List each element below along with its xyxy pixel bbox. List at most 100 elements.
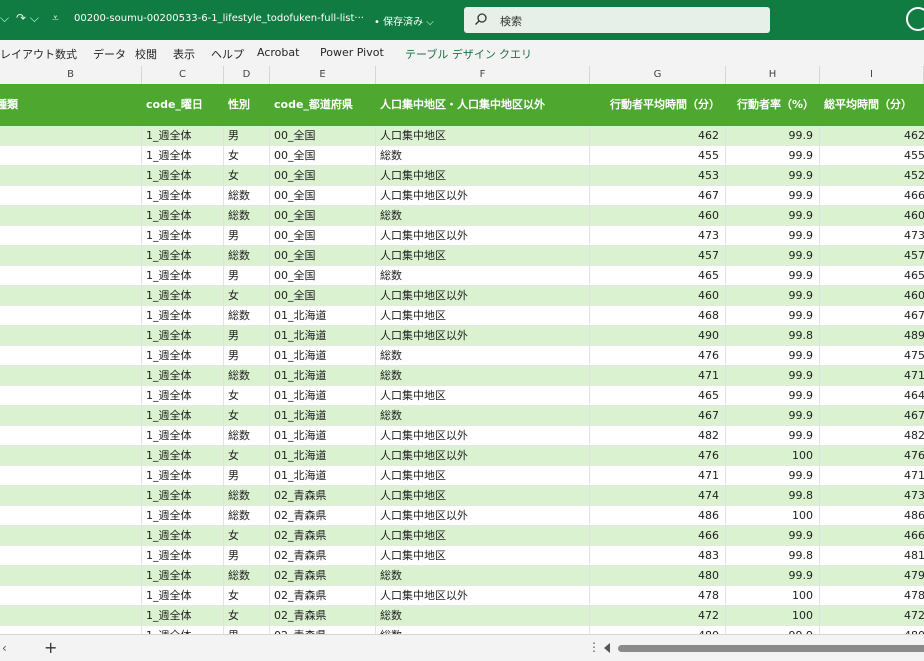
cell-rate[interactable]: 99.9: [726, 366, 820, 386]
column-header-d[interactable]: D: [224, 66, 270, 84]
undo-dropdown-icon[interactable]: ⌵: [0, 11, 9, 26]
cell-type[interactable]: [0, 386, 142, 406]
cell-district[interactable]: 人口集中地区: [376, 126, 590, 146]
redo-icon[interactable]: ↷ ⌵: [16, 11, 39, 26]
cell-type[interactable]: [0, 186, 142, 206]
cell-code-prefecture[interactable]: 01_北海道: [270, 466, 376, 486]
document-title[interactable]: 00200-soumu-00200533-6-1_lifestyle_todof…: [74, 13, 364, 24]
cell-sex[interactable]: 女: [224, 406, 270, 426]
cell-district[interactable]: 人口集中地区: [376, 166, 590, 186]
cell-rate[interactable]: 99.9: [726, 266, 820, 286]
cell-rate[interactable]: 100: [726, 446, 820, 466]
cell-code-weekday[interactable]: 1_週全体: [142, 626, 224, 634]
cell-district[interactable]: 総数: [376, 566, 590, 586]
cell-code-weekday[interactable]: 1_週全体: [142, 386, 224, 406]
cell-total-avg[interactable]: 489: [820, 326, 924, 346]
cell-avg-time[interactable]: 480: [590, 626, 726, 634]
cell-district[interactable]: 総数: [376, 266, 590, 286]
cell-type[interactable]: [0, 146, 142, 166]
header-cell-code-weekday[interactable]: code_曜日: [142, 84, 224, 126]
cell-rate[interactable]: 99.9: [726, 626, 820, 634]
scrollbar-thumb[interactable]: [618, 645, 924, 652]
cell-code-prefecture[interactable]: 02_青森県: [270, 526, 376, 546]
cell-district[interactable]: 人口集中地区以外: [376, 186, 590, 206]
cell-code-prefecture[interactable]: 00_全国: [270, 206, 376, 226]
cell-rate[interactable]: 99.9: [726, 566, 820, 586]
cell-code-prefecture[interactable]: 00_全国: [270, 126, 376, 146]
cell-code-prefecture[interactable]: 02_青森県: [270, 566, 376, 586]
tab-acrobat[interactable]: Acrobat: [257, 46, 299, 59]
cell-sex[interactable]: 総数: [224, 426, 270, 446]
cell-code-prefecture[interactable]: 02_青森県: [270, 606, 376, 626]
cell-rate[interactable]: 99.9: [726, 306, 820, 326]
cell-total-avg[interactable]: 460: [820, 206, 924, 226]
cell-code-prefecture[interactable]: 00_全国: [270, 246, 376, 266]
cell-type[interactable]: [0, 586, 142, 606]
tab-query[interactable]: クエリ: [499, 46, 532, 62]
cell-district[interactable]: 総数: [376, 206, 590, 226]
cell-total-avg[interactable]: 466: [820, 186, 924, 206]
cell-code-prefecture[interactable]: 01_北海道: [270, 386, 376, 406]
cell-avg-time[interactable]: 478: [590, 586, 726, 606]
column-header-i[interactable]: I: [820, 66, 924, 84]
cell-rate[interactable]: 99.9: [726, 526, 820, 546]
cell-code-prefecture[interactable]: 01_北海道: [270, 366, 376, 386]
avatar[interactable]: [906, 7, 924, 31]
cell-district[interactable]: 総数: [376, 146, 590, 166]
cell-rate[interactable]: 99.8: [726, 486, 820, 506]
tab-formulas[interactable]: 数式: [55, 46, 77, 62]
header-cell-rate[interactable]: 行動者率（%）: [726, 84, 820, 126]
cell-code-weekday[interactable]: 1_週全体: [142, 326, 224, 346]
cell-code-prefecture[interactable]: 01_北海道: [270, 446, 376, 466]
cell-sex[interactable]: 女: [224, 586, 270, 606]
header-cell-sex[interactable]: 性別: [224, 84, 270, 126]
tab-power-pivot[interactable]: Power Pivot: [320, 46, 384, 59]
cell-rate[interactable]: 99.9: [726, 466, 820, 486]
cell-total-avg[interactable]: 465: [820, 266, 924, 286]
cell-rate[interactable]: 99.9: [726, 426, 820, 446]
cell-type[interactable]: [0, 346, 142, 366]
cell-avg-time[interactable]: 465: [590, 266, 726, 286]
cell-code-prefecture[interactable]: 01_北海道: [270, 346, 376, 366]
tab-help[interactable]: ヘルプ: [211, 46, 244, 62]
cell-avg-time[interactable]: 471: [590, 366, 726, 386]
cell-code-weekday[interactable]: 1_週全体: [142, 126, 224, 146]
cell-code-prefecture[interactable]: 00_全国: [270, 186, 376, 206]
cell-type[interactable]: [0, 426, 142, 446]
cell-avg-time[interactable]: 472: [590, 606, 726, 626]
cell-total-avg[interactable]: 457: [820, 246, 924, 266]
cell-sex[interactable]: 女: [224, 446, 270, 466]
cell-code-prefecture[interactable]: 00_全国: [270, 166, 376, 186]
cell-avg-time[interactable]: 474: [590, 486, 726, 506]
cell-total-avg[interactable]: 472: [820, 606, 924, 626]
more-options-icon[interactable]: ⋮: [588, 640, 600, 654]
cell-rate[interactable]: 99.9: [726, 346, 820, 366]
cell-code-prefecture[interactable]: 00_全国: [270, 286, 376, 306]
cell-total-avg[interactable]: 475: [820, 346, 924, 366]
cell-code-weekday[interactable]: 1_週全体: [142, 546, 224, 566]
cell-rate[interactable]: 99.9: [726, 146, 820, 166]
cell-code-weekday[interactable]: 1_週全体: [142, 486, 224, 506]
cell-district[interactable]: 人口集中地区: [376, 486, 590, 506]
cell-code-weekday[interactable]: 1_週全体: [142, 606, 224, 626]
cell-total-avg[interactable]: 467: [820, 306, 924, 326]
cell-type[interactable]: [0, 606, 142, 626]
cell-sex[interactable]: 総数: [224, 206, 270, 226]
cell-sex[interactable]: 男: [224, 546, 270, 566]
cell-avg-time[interactable]: 455: [590, 146, 726, 166]
cell-type[interactable]: [0, 546, 142, 566]
header-cell-code-prefecture[interactable]: code_都道府県: [270, 84, 376, 126]
cell-code-weekday[interactable]: 1_週全体: [142, 446, 224, 466]
cell-code-prefecture[interactable]: 01_北海道: [270, 426, 376, 446]
cell-total-avg[interactable]: 476: [820, 446, 924, 466]
cell-type[interactable]: [0, 446, 142, 466]
column-header-b[interactable]: B: [0, 66, 142, 84]
cell-type[interactable]: [0, 466, 142, 486]
cell-sex[interactable]: 女: [224, 286, 270, 306]
cell-sex[interactable]: 総数: [224, 366, 270, 386]
cell-code-weekday[interactable]: 1_週全体: [142, 266, 224, 286]
cell-rate[interactable]: 99.9: [726, 246, 820, 266]
cell-code-weekday[interactable]: 1_週全体: [142, 226, 224, 246]
cell-sex[interactable]: 男: [224, 326, 270, 346]
cell-total-avg[interactable]: 478: [820, 586, 924, 606]
